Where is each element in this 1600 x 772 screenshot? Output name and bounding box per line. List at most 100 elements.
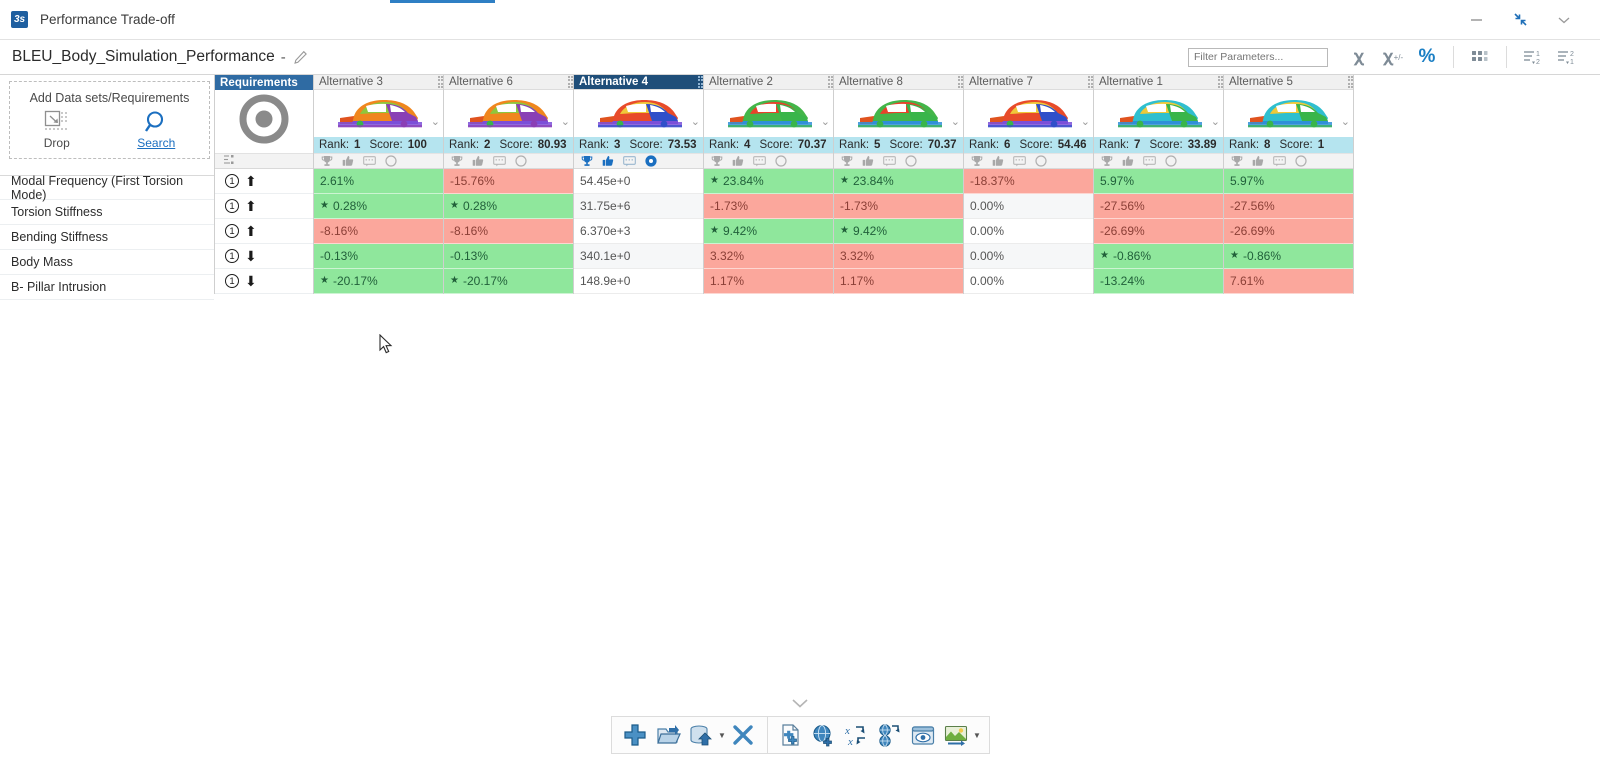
alternative-header[interactable]: Alternative 5	[1224, 75, 1353, 90]
pencil-icon[interactable]	[293, 50, 308, 65]
thumbs-up-icon[interactable]	[862, 155, 874, 167]
value-cell[interactable]: ★ 9.42%	[704, 219, 833, 244]
open-folder-icon[interactable]	[652, 718, 685, 752]
value-cell[interactable]: ★ 9.42%	[834, 219, 963, 244]
value-cell[interactable]: 1.17%	[704, 269, 833, 294]
parameter-row[interactable]: Body Mass	[0, 250, 214, 275]
chevron-down-icon[interactable]: ⌄	[951, 117, 960, 128]
alternative-column[interactable]: Alternative 3 ⌄ Rank: 1 Score: 100 2.61%…	[314, 75, 444, 294]
alternative-column[interactable]: Alternative 5 ⌄ Rank: 8 Score: 1 5.97% -…	[1224, 75, 1354, 294]
matrix-view-button[interactable]	[1466, 44, 1494, 70]
column-grip-handle[interactable]	[828, 75, 830, 89]
direction-up-icon[interactable]: ⬆	[245, 199, 257, 213]
parameter-row[interactable]: Bending Stiffness	[0, 225, 214, 250]
comment-icon[interactable]	[363, 155, 376, 167]
alternative-column[interactable]: Alternative 8 ⌄ Rank: 5 Score: 70.37 ★ 2…	[834, 75, 964, 294]
alternative-header[interactable]: Alternative 1	[1094, 75, 1223, 90]
radio-select-icon[interactable]	[1295, 155, 1307, 167]
alternative-header[interactable]: Alternative 4	[574, 75, 703, 90]
priority-badge[interactable]: 1	[225, 224, 239, 238]
radio-select-icon[interactable]	[1165, 155, 1177, 167]
chevron-down-icon[interactable]: ⌄	[561, 117, 570, 128]
minimize-icon[interactable]	[1454, 3, 1498, 37]
value-cell[interactable]: ★ -20.17%	[444, 269, 573, 294]
column-grip-handle[interactable]	[1088, 75, 1090, 89]
comment-icon[interactable]	[753, 155, 766, 167]
trophy-icon[interactable]	[711, 155, 723, 167]
comment-icon[interactable]	[883, 155, 896, 167]
value-cell[interactable]: 7.61%	[1224, 269, 1353, 294]
value-cell[interactable]: -13.24%	[1094, 269, 1223, 294]
value-cell[interactable]: 3.32%	[704, 244, 833, 269]
priority-badge[interactable]: 1	[225, 249, 239, 263]
new-document-icon[interactable]	[775, 718, 808, 752]
column-grip-handle[interactable]	[568, 75, 570, 89]
trophy-icon[interactable]	[1231, 155, 1243, 167]
requirement-cell[interactable]: 1 ⬆	[215, 219, 313, 244]
alternative-column[interactable]: Alternative 1 ⌄ Rank: 7 Score: 33.89 5.9…	[1094, 75, 1224, 294]
chevron-down-icon[interactable]	[1542, 3, 1586, 37]
requirements-header[interactable]: Requirements	[215, 75, 313, 90]
value-cell[interactable]: 54.45e+0	[574, 169, 703, 194]
chevron-down-icon[interactable]: ⌄	[431, 117, 440, 128]
sort-ascending-button[interactable]: 1 2	[1519, 44, 1547, 70]
requirement-cell[interactable]: 1 ⬇	[215, 269, 313, 294]
alternative-header[interactable]: Alternative 7	[964, 75, 1093, 90]
alternative-column[interactable]: Alternative 6 ⌄ Rank: 2 Score: 80.93 -15…	[444, 75, 574, 294]
add-button[interactable]	[619, 718, 652, 752]
expand-panel-handle[interactable]	[0, 694, 1600, 712]
trophy-icon[interactable]	[451, 155, 463, 167]
alternative-thumbnail[interactable]: ⌄	[834, 90, 963, 137]
alternative-header[interactable]: Alternative 8	[834, 75, 963, 90]
filter-parameters-input[interactable]	[1188, 47, 1328, 67]
column-grip-handle[interactable]	[1218, 75, 1220, 89]
alternative-thumbnail[interactable]: ⌄	[1224, 90, 1353, 137]
image-swap-icon[interactable]	[940, 718, 973, 752]
image-swap-dropdown-caret[interactable]: ▼	[973, 731, 982, 740]
chevron-down-icon[interactable]: ⌄	[1211, 117, 1220, 128]
value-cell[interactable]: ★ 23.84%	[834, 169, 963, 194]
value-cell[interactable]: 3.32%	[834, 244, 963, 269]
column-grip-handle[interactable]	[958, 75, 960, 89]
parameter-row[interactable]: B- Pillar Intrusion	[0, 275, 214, 300]
close-x-icon[interactable]	[727, 718, 760, 752]
parameter-row[interactable]: Torsion Stiffness	[0, 200, 214, 225]
alternative-column[interactable]: Alternative 4 ⌄ Rank: 3 Score: 73.53 54.…	[574, 75, 704, 294]
value-cell[interactable]: 1.17%	[834, 269, 963, 294]
direction-up-icon[interactable]: ⬆	[245, 224, 257, 238]
alternative-thumbnail[interactable]: ⌄	[964, 90, 1093, 137]
value-cell[interactable]: 148.9e+0	[574, 269, 703, 294]
database-dropdown-caret[interactable]: ▼	[718, 731, 727, 740]
show-absolute-values-button[interactable]: 𝛘	[1345, 44, 1373, 70]
trophy-icon[interactable]	[1101, 155, 1113, 167]
value-cell[interactable]: 0.00%	[964, 244, 1093, 269]
value-cell[interactable]: 6.370e+3	[574, 219, 703, 244]
comment-icon[interactable]	[1013, 155, 1026, 167]
chevron-down-icon[interactable]: ⌄	[691, 117, 700, 128]
value-cell[interactable]: ★ 23.84%	[704, 169, 833, 194]
radio-select-icon[interactable]	[645, 155, 657, 167]
chevron-down-icon[interactable]: ⌄	[1341, 117, 1350, 128]
search-action[interactable]: Search	[137, 109, 175, 150]
show-signed-values-button[interactable]: 𝛘 +/-	[1379, 44, 1407, 70]
value-cell[interactable]: ★ 0.28%	[444, 194, 573, 219]
requirement-cell[interactable]: 1 ⬆	[215, 169, 313, 194]
trophy-icon[interactable]	[321, 155, 333, 167]
alternative-thumbnail[interactable]: ⌄	[444, 90, 573, 137]
comment-icon[interactable]	[623, 155, 636, 167]
show-percent-values-button[interactable]: %	[1413, 44, 1441, 70]
alternative-thumbnail[interactable]: ⌄	[574, 90, 703, 137]
radio-select-icon[interactable]	[905, 155, 917, 167]
thumbs-up-icon[interactable]	[732, 155, 744, 167]
thumbs-up-icon[interactable]	[342, 155, 354, 167]
value-cell[interactable]: -8.16%	[314, 219, 443, 244]
direction-down-icon[interactable]: ⬇	[245, 274, 257, 288]
alternative-header[interactable]: Alternative 2	[704, 75, 833, 90]
sort-descending-button[interactable]: 2 1	[1553, 44, 1581, 70]
value-cell[interactable]: -8.16%	[444, 219, 573, 244]
value-cell[interactable]: 31.75e+6	[574, 194, 703, 219]
alternative-header[interactable]: Alternative 3	[314, 75, 443, 90]
requirement-cell[interactable]: 1 ⬇	[215, 244, 313, 269]
value-cell[interactable]: ★ -20.17%	[314, 269, 443, 294]
value-cell[interactable]: -27.56%	[1224, 194, 1353, 219]
